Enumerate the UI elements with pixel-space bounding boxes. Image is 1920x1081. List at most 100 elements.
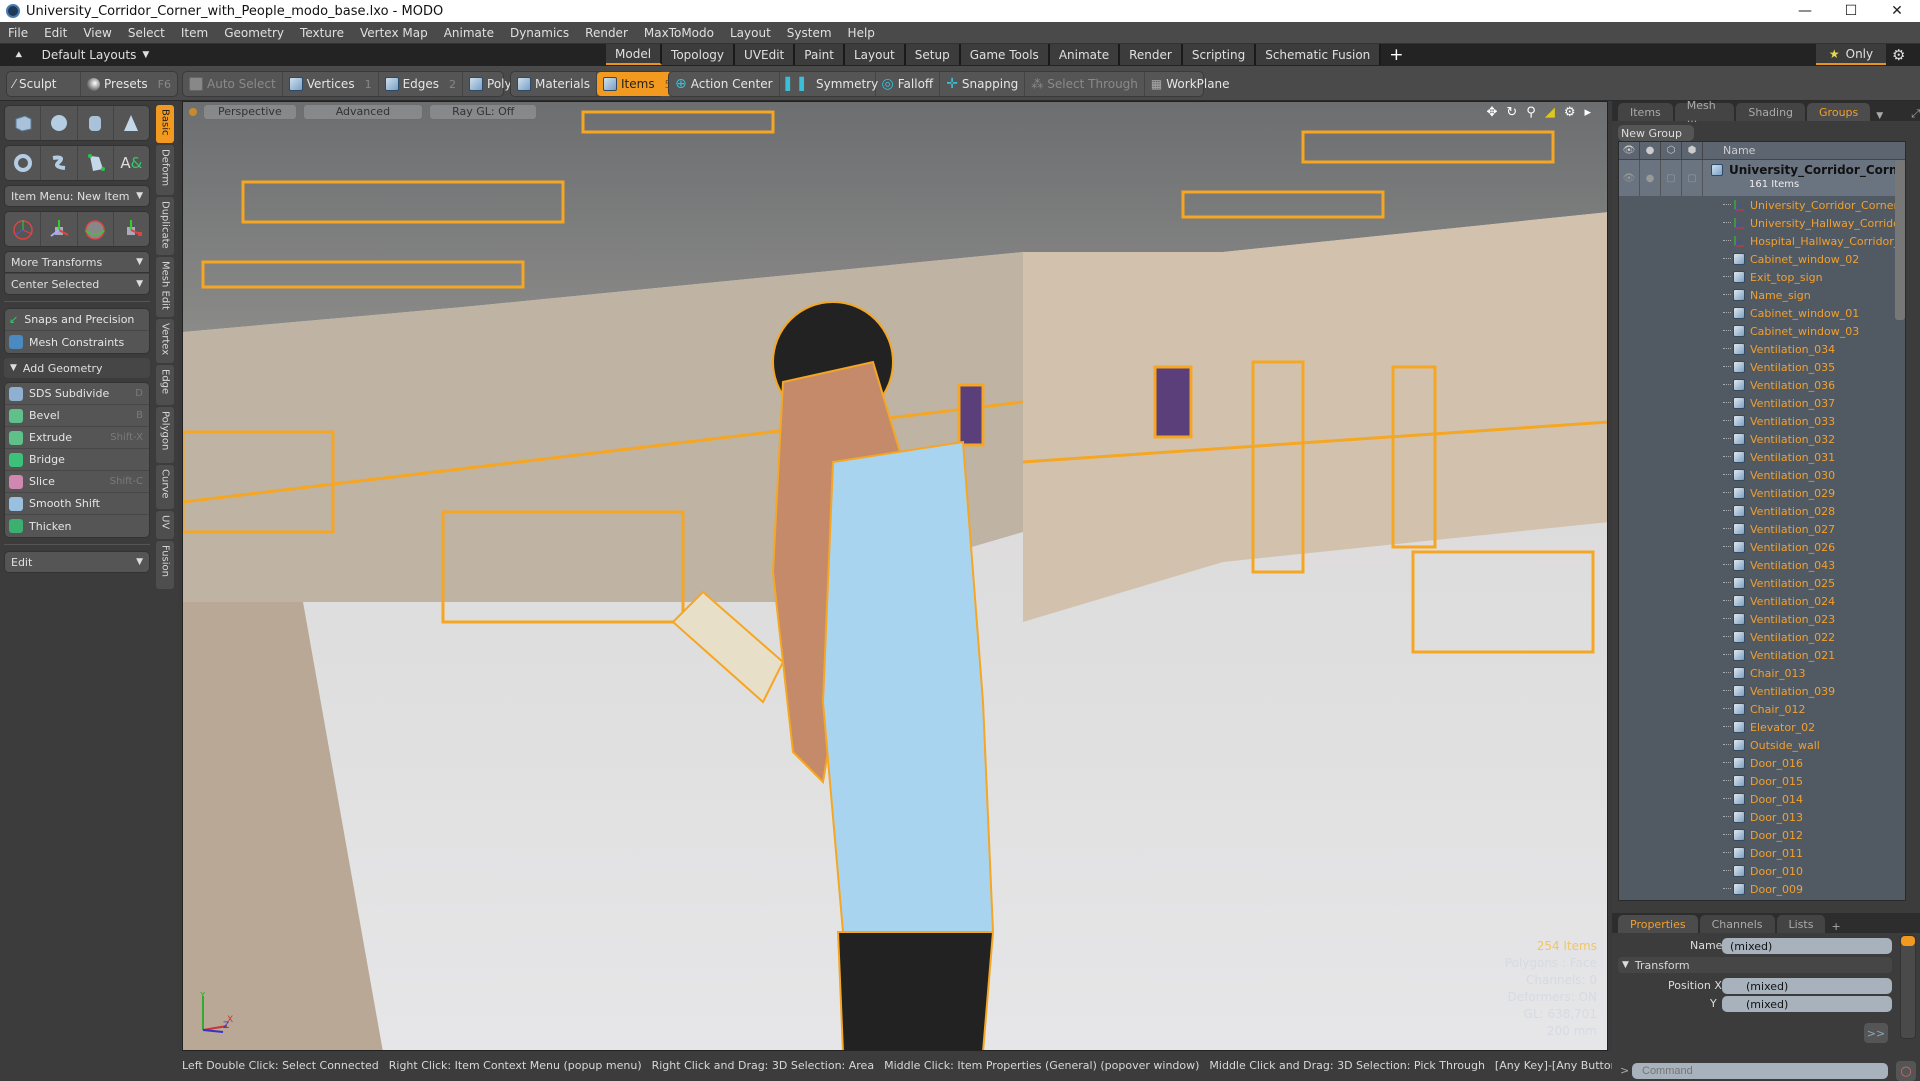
default-layouts-dropdown[interactable]: ⯅ Default Layouts ▼ xyxy=(14,48,149,63)
orbit-icon[interactable]: ↻ xyxy=(1506,105,1517,120)
menu-vertex-map[interactable]: Vertex Map xyxy=(352,26,436,40)
tab-items[interactable]: Items xyxy=(1618,103,1673,121)
tab-lists[interactable]: Lists xyxy=(1776,915,1826,933)
menu-edit[interactable]: Edit xyxy=(36,26,75,40)
lock-column-icon[interactable]: ⬡ xyxy=(1661,142,1682,160)
name-field[interactable]: (mixed) xyxy=(1722,938,1892,954)
scroll-thumb[interactable] xyxy=(1901,936,1915,946)
vtab-vertex[interactable]: Vertex xyxy=(156,319,174,363)
tree-item-row[interactable]: Door_011 xyxy=(1619,844,1905,862)
tab-render[interactable]: Render xyxy=(1120,44,1183,65)
tree-item-row[interactable]: Door_010 xyxy=(1619,862,1905,880)
menu-layout[interactable]: Layout xyxy=(722,26,779,40)
cube-primitive-button[interactable] xyxy=(5,106,42,140)
tab-properties[interactable]: Properties xyxy=(1618,915,1698,933)
sds-subdivide-button[interactable]: SDS Subdivide D xyxy=(5,383,149,405)
vtab-edge[interactable]: Edge xyxy=(156,365,174,405)
tree-item-row[interactable]: Ventilation_026 xyxy=(1619,538,1905,556)
tree-item-row[interactable]: Chair_013 xyxy=(1619,664,1905,682)
vtab-deform[interactable]: Deform xyxy=(156,145,174,195)
tree-item-row[interactable]: Ventilation_036 xyxy=(1619,376,1905,394)
snapping-button[interactable]: ✛ Snapping xyxy=(940,72,1026,96)
menu-select[interactable]: Select xyxy=(120,26,173,40)
zoom-icon[interactable]: ⚲ xyxy=(1526,105,1536,120)
add-geometry-section[interactable]: ▼ Add Geometry xyxy=(4,358,150,378)
vtab-basic[interactable]: Basic xyxy=(156,105,174,143)
menu-dynamics[interactable]: Dynamics xyxy=(502,26,577,40)
tab-uvedit[interactable]: UVEdit xyxy=(735,44,796,65)
fit-icon[interactable]: ◢ xyxy=(1545,105,1555,120)
tab-setup[interactable]: Setup xyxy=(905,44,961,65)
smooth-shift-button[interactable]: Smooth Shift xyxy=(5,493,149,515)
vtab-curve[interactable]: Curve xyxy=(156,465,174,509)
cone-primitive-button[interactable] xyxy=(114,106,149,140)
tree-item-row[interactable]: Ventilation_035 xyxy=(1619,358,1905,376)
tree-item-row[interactable]: Name_sign xyxy=(1619,286,1905,304)
visibility-column-icon[interactable]: 👁 xyxy=(1619,142,1640,160)
tree-item-row[interactable]: Door_009 xyxy=(1619,880,1905,898)
maximize-button[interactable]: ☐ xyxy=(1828,0,1874,22)
action-center-button[interactable]: ⊕ Action Center xyxy=(669,72,780,96)
falloff-button[interactable]: ◎ Falloff xyxy=(876,72,941,96)
items-button[interactable]: Items5 xyxy=(597,72,678,96)
tree-item-row[interactable]: Door_014 xyxy=(1619,790,1905,808)
more-transforms-dropdown[interactable]: More Transforms ▼ xyxy=(4,251,150,273)
tab-groups[interactable]: Groups xyxy=(1807,103,1871,121)
viewport-menu-dot[interactable] xyxy=(189,108,197,116)
menu-geometry[interactable]: Geometry xyxy=(216,26,292,40)
snaps-and-precision-button[interactable]: ↙ Snaps and Precision xyxy=(5,309,149,331)
workplane-button[interactable]: ▦ WorkPlane xyxy=(1145,72,1236,96)
slice-button[interactable]: Slice Shift-C xyxy=(5,471,149,493)
auto-select-button[interactable]: Auto Select xyxy=(183,72,283,96)
lock-toggle[interactable]: ▢ xyxy=(1661,160,1682,196)
tree-item-row[interactable]: Ventilation_028 xyxy=(1619,502,1905,520)
tree-item-row[interactable]: University_Corridor_Corner ... xyxy=(1619,196,1905,214)
gear-icon[interactable]: ⚙ xyxy=(1892,46,1905,64)
tabs-dropdown-icon[interactable]: ▼ xyxy=(1876,111,1883,121)
render-column-icon[interactable]: ● xyxy=(1640,142,1661,160)
command-input[interactable] xyxy=(1632,1063,1888,1079)
select-through-button[interactable]: ⁂ Select Through xyxy=(1025,72,1145,96)
tree-item-row[interactable]: University_Hallway_Corrido ... xyxy=(1619,214,1905,232)
tree-item-row[interactable]: Chair_012 xyxy=(1619,700,1905,718)
tree-item-row[interactable]: Ventilation_034 xyxy=(1619,340,1905,358)
tree-item-row[interactable]: Door_016 xyxy=(1619,754,1905,772)
menu-render[interactable]: Render xyxy=(577,26,636,40)
group-root-row[interactable]: 👁 ● ▢ ▢ University_Corridor_Corn ... 161… xyxy=(1619,160,1905,196)
materials-button[interactable]: Materials xyxy=(511,72,598,96)
vtab-duplicate[interactable]: Duplicate xyxy=(156,197,174,255)
symmetry-button[interactable]: ▌▐ Symmetry xyxy=(780,72,878,96)
tree-item-row[interactable]: Ventilation_027 xyxy=(1619,520,1905,538)
tree-item-row[interactable]: Ventilation_030 xyxy=(1619,466,1905,484)
item-menu-dropdown[interactable]: Item Menu: New Item ▼ xyxy=(4,185,150,207)
thicken-button[interactable]: Thicken xyxy=(5,515,149,537)
tree-item-row[interactable]: Door_012 xyxy=(1619,826,1905,844)
minimize-button[interactable]: — xyxy=(1782,0,1828,22)
more-button[interactable]: >> xyxy=(1864,1023,1888,1043)
menu-maxtomodo[interactable]: MaxToModo xyxy=(636,26,722,40)
viewport-expand-icon[interactable]: ▸ xyxy=(1584,105,1591,120)
transform-section[interactable]: ▼ Transform xyxy=(1618,957,1892,973)
tree-item-row[interactable]: Door_015 xyxy=(1619,772,1905,790)
3d-viewport[interactable]: Perspective Advanced Ray GL: Off ✥ ↻ ⚲ ◢… xyxy=(182,101,1608,1051)
tab-layout[interactable]: Layout xyxy=(844,44,906,65)
add-tab-icon[interactable]: + xyxy=(1831,920,1840,933)
bevel-button[interactable]: Bevel B xyxy=(5,405,149,427)
vtab-polygon[interactable]: Polygon xyxy=(156,407,174,463)
menu-item[interactable]: Item xyxy=(173,26,216,40)
torus-primitive-button[interactable] xyxy=(5,146,42,180)
tree-item-row[interactable]: Ventilation_025 xyxy=(1619,574,1905,592)
tree-item-row[interactable]: Exit_top_sign xyxy=(1619,268,1905,286)
tab-topology[interactable]: Topology xyxy=(662,44,736,65)
only-button[interactable]: ★ Only xyxy=(1816,44,1886,65)
shading-mode-button[interactable]: Advanced xyxy=(302,104,424,120)
properties-scrollbar[interactable] xyxy=(1900,935,1916,1039)
tab-scripting[interactable]: Scripting xyxy=(1182,44,1257,65)
tree-item-row[interactable]: Door_013 xyxy=(1619,808,1905,826)
vtab-uv[interactable]: UV xyxy=(156,511,174,539)
add-tab-button[interactable]: + xyxy=(1381,44,1411,66)
capsule-primitive-button[interactable] xyxy=(41,146,78,180)
menu-system[interactable]: System xyxy=(779,26,840,40)
tree-item-row[interactable]: Ventilation_024 xyxy=(1619,592,1905,610)
tree-item-row[interactable]: Elevator_02 xyxy=(1619,718,1905,736)
